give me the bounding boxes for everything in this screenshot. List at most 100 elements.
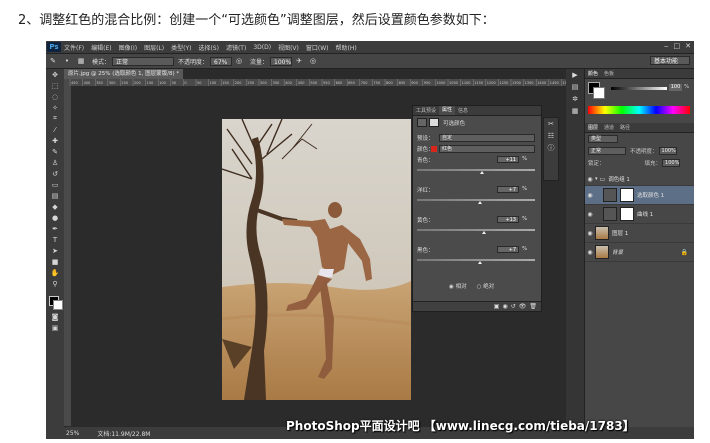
slider-thumb[interactable] xyxy=(478,261,483,264)
marquee-tool-icon[interactable]: ⬚ xyxy=(46,80,64,91)
slider-value-input[interactable]: +7 xyxy=(497,186,519,193)
gray-value[interactable]: 100 xyxy=(669,84,682,91)
workspace-select[interactable]: 基本功能 xyxy=(650,56,690,65)
close-button[interactable]: ✕ xyxy=(685,42,691,50)
blend-mode-select[interactable]: 正常 xyxy=(588,147,626,155)
minimize-button[interactable]: ‒ xyxy=(664,42,668,50)
stamp-tool-icon[interactable]: ♙ xyxy=(46,157,64,168)
move-tool-icon[interactable]: ✥ xyxy=(46,69,64,80)
quick-mask-icon[interactable]: ◙ xyxy=(46,311,64,322)
slider-track[interactable] xyxy=(417,259,535,261)
eye-icon[interactable]: ◉ xyxy=(585,230,595,237)
blur-tool-icon[interactable]: ◆ xyxy=(46,201,64,212)
screen-mode-icon[interactable]: ▣ xyxy=(46,322,64,333)
history-brush-icon[interactable]: ↺ xyxy=(46,168,64,179)
eye-icon[interactable]: ◉ xyxy=(585,249,595,256)
layer-opacity-input[interactable]: 100% xyxy=(658,147,677,155)
menu-filter[interactable]: 滤镜(T) xyxy=(226,43,246,52)
pen-tool-icon[interactable]: ✒ xyxy=(46,223,64,234)
type-tool-icon[interactable]: T xyxy=(46,234,64,245)
path-select-icon[interactable]: ➤ xyxy=(46,245,64,256)
brush-tool-icon[interactable]: ✎ xyxy=(46,146,64,157)
slider-track[interactable] xyxy=(417,229,535,231)
healing-tool-icon[interactable]: ✚ xyxy=(46,135,64,146)
slider-value-input[interactable]: +11 xyxy=(497,156,519,163)
menu-image[interactable]: 图像(I) xyxy=(119,43,137,52)
clip-layer-icon[interactable]: ▣ xyxy=(494,303,500,310)
preset-select[interactable]: 自定 xyxy=(439,134,535,142)
zoom-level[interactable]: 25% xyxy=(66,430,79,437)
tab-paths[interactable]: 路径 xyxy=(617,124,633,131)
properties-icon[interactable]: ☷ xyxy=(544,130,558,142)
slider-track[interactable] xyxy=(417,199,535,201)
layer-filter-select[interactable]: 类型 xyxy=(588,135,618,143)
tab-layers[interactable]: 图层 xyxy=(585,124,601,131)
pressure-size-icon[interactable]: ◎ xyxy=(308,56,318,66)
brush-tool-icon[interactable]: ✎ xyxy=(48,56,58,66)
brush-presets-icon[interactable]: ✲ xyxy=(566,93,584,105)
brush-panel-icon[interactable]: ▦ xyxy=(76,56,86,66)
eye-icon[interactable]: ◉ xyxy=(585,176,595,183)
slider-value-input[interactable]: +7 xyxy=(497,246,519,253)
visibility-icon[interactable]: 👁 xyxy=(519,303,527,310)
opacity-input[interactable]: 67% xyxy=(210,56,233,66)
hand-tool-icon[interactable]: ✋ xyxy=(46,267,64,278)
mask-icon[interactable] xyxy=(429,118,439,127)
mask-thumb[interactable] xyxy=(620,207,634,221)
airbrush-icon[interactable]: ✈ xyxy=(294,56,304,66)
tab-color[interactable]: 颜色 xyxy=(585,70,601,77)
history-icon[interactable]: ▶ xyxy=(566,69,584,81)
slider-thumb[interactable] xyxy=(480,171,485,174)
pressure-opacity-icon[interactable]: ◎ xyxy=(234,56,244,66)
slider-track[interactable] xyxy=(417,169,535,171)
layer-row-layer1[interactable]: ◉ 图层 1 xyxy=(585,224,694,243)
dodge-tool-icon[interactable]: ● xyxy=(46,212,64,223)
maximize-button[interactable]: □ xyxy=(674,42,681,50)
radio-absolute[interactable]: ○ 绝对 xyxy=(477,282,495,290)
crop-tool-icon[interactable]: ⌗ xyxy=(46,113,64,124)
tab-tool-presets[interactable]: 工具预设 xyxy=(413,107,439,114)
menu-help[interactable]: 帮助(H) xyxy=(336,43,357,52)
menu-edit[interactable]: 编辑(E) xyxy=(91,43,111,52)
gray-slider[interactable] xyxy=(611,87,667,90)
color-select[interactable]: 红色 xyxy=(439,145,535,153)
zoom-tool-icon[interactable]: ⚲ xyxy=(46,278,64,289)
eyedropper-tool-icon[interactable]: ⁄ xyxy=(46,124,64,135)
tab-properties[interactable]: 属性 xyxy=(439,106,456,115)
tool-presets-icon[interactable]: ✂ xyxy=(544,118,558,130)
actions-icon[interactable]: ▤ xyxy=(566,81,584,93)
menu-window[interactable]: 窗口(W) xyxy=(306,43,329,52)
delete-icon[interactable]: 🗑 xyxy=(529,303,537,310)
tab-info[interactable]: 信息 xyxy=(455,107,471,114)
color-ramp[interactable] xyxy=(588,106,690,114)
eye-icon[interactable]: ◉ xyxy=(585,192,595,199)
flow-input[interactable]: 100% xyxy=(270,56,293,66)
slider-thumb[interactable] xyxy=(481,231,486,234)
layer-row-background[interactable]: ◉ 背景 🔒 xyxy=(585,243,694,262)
slider-value-input[interactable]: +13 xyxy=(497,216,519,223)
expand-arrow-icon[interactable]: ▾ xyxy=(595,176,598,182)
radio-relative[interactable]: ◉ 相对 xyxy=(449,282,467,290)
reset-icon[interactable]: ↺ xyxy=(511,303,516,310)
mode-select[interactable]: 正常 xyxy=(112,56,175,66)
info-icon[interactable]: ⓘ xyxy=(544,142,558,154)
eye-icon[interactable]: ◉ xyxy=(585,211,595,218)
color-swatches-icon[interactable] xyxy=(46,295,64,311)
layer-group-row[interactable]: ◉ ▾ ▭ 调色组 1 xyxy=(585,173,694,186)
character-icon[interactable]: ▦ xyxy=(566,105,584,117)
menu-view[interactable]: 视图(V) xyxy=(278,43,299,52)
menu-file[interactable]: 文件(F) xyxy=(64,43,84,52)
menu-layer[interactable]: 图层(L) xyxy=(144,43,164,52)
layer-row-selective-color[interactable]: ◉ 选取颜色 1 xyxy=(585,186,694,205)
fill-input[interactable]: 100% xyxy=(662,159,681,167)
menu-select[interactable]: 选择(S) xyxy=(198,43,219,52)
quick-select-tool-icon[interactable]: ✧ xyxy=(46,102,64,113)
tab-channels[interactable]: 通道 xyxy=(601,124,617,131)
view-previous-icon[interactable]: ◉ xyxy=(502,303,507,310)
menu-type[interactable]: 类型(Y) xyxy=(171,43,191,52)
shape-tool-icon[interactable]: ■ xyxy=(46,256,64,267)
eraser-tool-icon[interactable]: ▭ xyxy=(46,179,64,190)
layer-row-curves[interactable]: ◉ 曲线 1 xyxy=(585,205,694,224)
lasso-tool-icon[interactable]: ◌ xyxy=(46,91,64,102)
brush-size-icon[interactable]: • xyxy=(62,56,72,66)
